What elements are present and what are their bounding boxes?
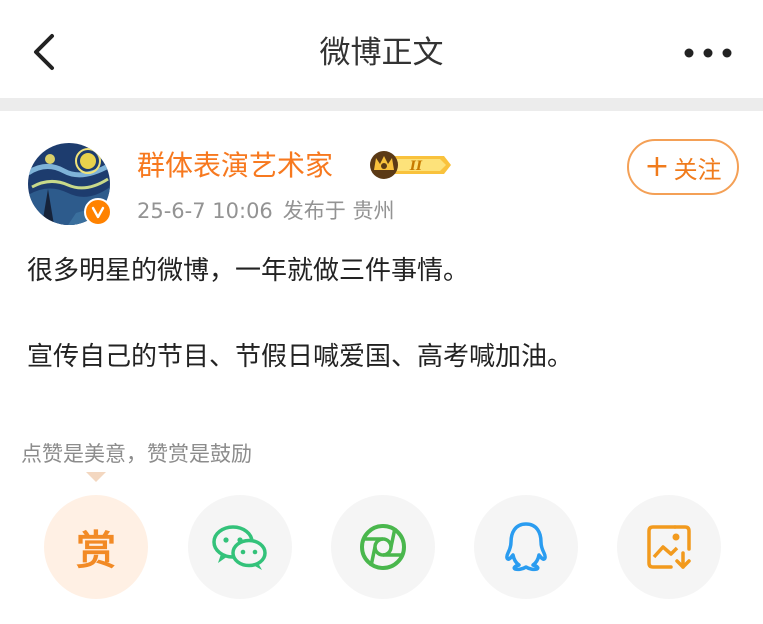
follow-label: 关注 [673,155,722,184]
post-paragraph: 很多明星的微博，一年就做三件事情。 [27,256,470,286]
post-location: 发布于 贵州 [282,199,395,223]
reward-tip-text: 点赞是美意，赞赏是鼓励 [21,442,252,466]
save-image-icon [647,525,691,569]
share-wechat-button[interactable] [188,495,292,599]
verified-badge-icon [84,198,112,226]
author-name[interactable]: 群体表演艺术家 [137,146,333,186]
more-dots-icon [684,48,732,58]
post-timestamp: 25-6-7 10:06 [137,199,273,223]
save-image-button[interactable] [617,495,721,599]
share-action-row: 赏 [0,495,763,605]
page-title: 微博正文 [319,35,444,71]
reward-icon: 赏 [76,528,116,574]
qq-icon [505,522,547,572]
member-level-badge-icon[interactable]: II [368,148,452,182]
share-qq-button[interactable] [474,495,578,599]
svg-text:II: II [409,159,423,174]
moments-icon [360,524,406,570]
post-meta: 25-6-7 10:06 发布于 贵州 [137,196,394,226]
tip-pointer [86,472,106,482]
reward-button[interactable]: 赏 [44,495,148,599]
more-options-button[interactable] [681,38,735,68]
share-moments-button[interactable] [331,495,435,599]
plus-icon: + [644,149,670,184]
follow-button[interactable]: + 关注 [627,139,739,195]
top-navigation-bar: 微博正文 [0,0,763,98]
wechat-icon [212,525,267,570]
post-paragraph: 宣传自己的节目、节假日喊爱国、高考喊加油。 [27,342,574,372]
section-divider [0,98,763,111]
